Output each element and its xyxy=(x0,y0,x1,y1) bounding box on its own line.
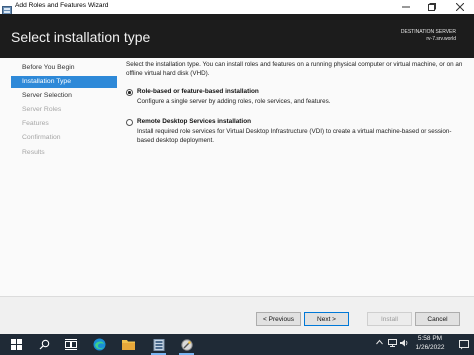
nav-item-server-roles: Server Roles xyxy=(22,106,62,114)
option-role-based-description: Configure a single server by adding role… xyxy=(137,98,331,105)
nav-item-before-you-begin[interactable]: Before You Begin xyxy=(11,62,117,74)
notification-icon[interactable] xyxy=(456,337,471,352)
destination-server-label: DESTINATION SERVER xyxy=(400,29,456,35)
previous-button[interactable]: < Previous xyxy=(256,312,301,326)
option-remote-desktop-title[interactable]: Remote Desktop Services installation xyxy=(137,118,251,125)
task-view-icon[interactable] xyxy=(63,337,78,352)
clock-date[interactable]: 1/26/2022 xyxy=(412,344,448,351)
search-icon[interactable] xyxy=(37,337,52,352)
nav-item-server-selection[interactable]: Server Selection xyxy=(11,90,117,102)
windows-start-icon[interactable] xyxy=(9,337,24,352)
wizard-header: Select installation type DESTINATION SER… xyxy=(0,14,474,58)
speaker-icon[interactable] xyxy=(400,339,409,349)
edge-browser-icon[interactable] xyxy=(92,337,107,352)
next-button[interactable]: Next > xyxy=(304,312,349,326)
radio-remote-desktop[interactable] xyxy=(126,119,133,126)
server-manager-icon[interactable] xyxy=(151,337,166,355)
minimize-button[interactable] xyxy=(395,0,417,14)
file-explorer-icon[interactable] xyxy=(121,337,136,352)
page-title: Select installation type xyxy=(11,29,151,45)
nav-item-installation-type[interactable]: Installation Type xyxy=(11,76,117,88)
intro-text: Select the installation type. You can in… xyxy=(126,61,463,77)
maximize-icon xyxy=(428,3,436,11)
wizard-footer: < Previous Next > Install Cancel xyxy=(0,296,474,334)
option-remote-desktop-description: Install required role services for Virtu… xyxy=(137,128,452,144)
wizard-app-icon xyxy=(2,2,12,15)
network-icon[interactable] xyxy=(388,339,397,349)
option-role-based-title[interactable]: Role-based or feature-based installation xyxy=(137,88,259,95)
taskbar: 5:58 PM 1/26/2022 xyxy=(0,334,474,355)
minimize-icon xyxy=(402,6,410,8)
clock-time[interactable]: 5:58 PM xyxy=(412,335,448,342)
wizard-taskbar-icon[interactable] xyxy=(179,337,194,355)
nav-item-results: Results xyxy=(22,148,45,156)
wizard-content: Before You Begin Installation Type Serve… xyxy=(0,58,474,296)
wizard-nav: Before You Begin Installation Type Serve… xyxy=(11,62,117,161)
cancel-button[interactable]: Cancel xyxy=(415,312,460,326)
main-panel: Select the installation type. You can in… xyxy=(126,61,466,144)
nav-item-features: Features xyxy=(22,120,49,128)
radio-role-based[interactable] xyxy=(126,89,133,96)
title-bar: Add Roles and Features Wizard xyxy=(0,0,474,15)
chevron-up-icon[interactable] xyxy=(376,339,383,347)
close-button[interactable] xyxy=(449,0,471,14)
maximize-button[interactable] xyxy=(421,0,443,14)
window-title: Add Roles and Features Wizard xyxy=(15,2,109,9)
nav-item-confirmation: Confirmation xyxy=(22,134,61,142)
destination-server-name: rv-7.srv.world xyxy=(426,36,456,42)
install-button: Install xyxy=(367,312,412,326)
close-icon xyxy=(456,3,464,11)
